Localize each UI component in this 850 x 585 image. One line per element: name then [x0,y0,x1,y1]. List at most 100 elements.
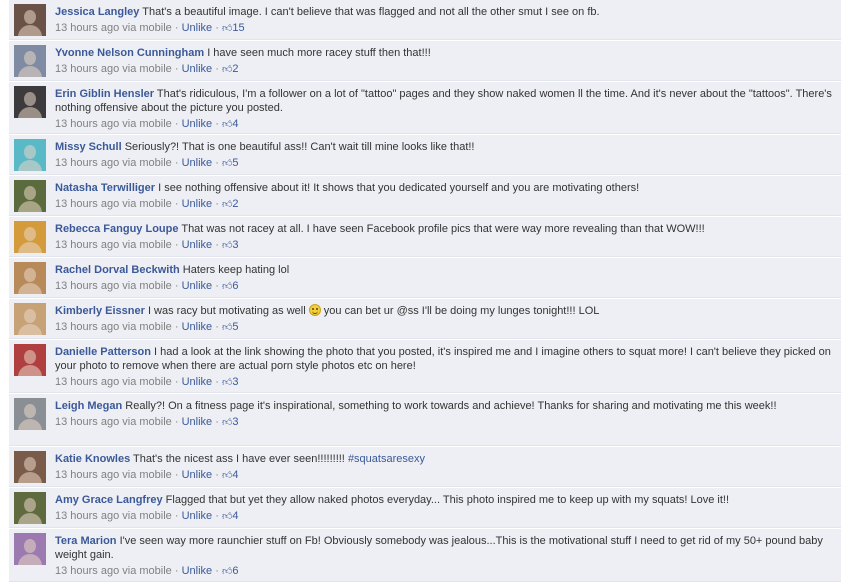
comment-item: Amy Grace Langfrey Flagged that but yet … [9,488,841,528]
like-count[interactable]: 2 [232,63,238,75]
unlike-link[interactable]: Unlike [182,321,213,333]
comment-text: I was racy but motivating as well [147,305,306,317]
comment-author-link[interactable]: Kimberly Eissner [55,305,145,317]
like-count[interactable]: 5 [232,157,238,169]
thumbs-up-icon[interactable]: 👍︎ [222,281,232,292]
comment-meta: 13 hours ago via mobile · Unlike · 👍︎5 [55,157,239,169]
thumbs-up-icon[interactable]: 👍︎ [222,240,232,251]
thumbs-up-icon[interactable]: 👍︎ [222,322,232,333]
comment-author-link[interactable]: Danielle Patterson [55,346,151,358]
comment-text: That's ridiculous, I'm a follower on a l… [55,88,832,114]
comment-author-link[interactable]: Yvonne Nelson Cunningham [55,47,204,59]
thumbs-up-icon[interactable]: 👍︎ [222,511,232,522]
unlike-link[interactable]: Unlike [182,280,213,292]
comment-timestamp[interactable]: 13 hours ago via mobile [55,239,172,251]
comment-timestamp[interactable]: 13 hours ago via mobile [55,22,172,34]
comment-timestamp[interactable]: 13 hours ago via mobile [55,416,172,428]
avatar[interactable] [14,180,46,212]
comment-author-link[interactable]: Tera Marion [55,535,117,547]
unlike-link[interactable]: Unlike [182,416,213,428]
comment-meta: 13 hours ago via mobile · Unlike · 👍︎3 [55,416,239,428]
comment-timestamp[interactable]: 13 hours ago via mobile [55,510,172,522]
like-count[interactable]: 2 [232,198,238,210]
thumbs-up-icon[interactable]: 👍︎ [222,158,232,169]
like-count[interactable]: 4 [232,118,238,130]
thumbs-up-icon[interactable]: 👍︎ [222,23,232,34]
comment-text: Really?! On a fitness page it's inspirat… [125,400,777,412]
comment-meta: 13 hours ago via mobile · Unlike · 👍︎2 [55,198,239,210]
comment-timestamp[interactable]: 13 hours ago via mobile [55,63,172,75]
comment-item: Danielle Patterson I had a look at the l… [9,340,841,393]
comment-timestamp[interactable]: 13 hours ago via mobile [55,469,172,481]
avatar[interactable] [14,533,46,565]
avatar[interactable] [14,262,46,294]
comment-author-link[interactable]: Katie Knowles [55,453,130,465]
like-count[interactable]: 15 [232,22,244,34]
unlike-link[interactable]: Unlike [182,510,213,522]
avatar[interactable] [14,86,46,118]
like-count[interactable]: 6 [232,280,238,292]
thumbs-up-icon[interactable]: 👍︎ [222,566,232,577]
unlike-link[interactable]: Unlike [182,198,213,210]
avatar[interactable] [14,303,46,335]
avatar[interactable] [14,398,46,430]
comment-author-link[interactable]: Rebecca Fanguy Loupe [55,223,178,235]
avatar[interactable] [14,139,46,171]
like-count[interactable]: 4 [232,469,238,481]
unlike-link[interactable]: Unlike [182,239,213,251]
comment-timestamp[interactable]: 13 hours ago via mobile [55,376,172,388]
comment-author-link[interactable]: Missy Schull [55,141,122,153]
unlike-link[interactable]: Unlike [182,565,213,577]
comment-text: That was not racey at all. I have seen F… [181,223,705,235]
comment-timestamp[interactable]: 13 hours ago via mobile [55,565,172,577]
comment-item: Erin Giblin Hensler That's ridiculous, I… [9,82,841,134]
thumbs-up-icon[interactable]: 👍︎ [222,199,232,210]
comment-meta: 13 hours ago via mobile · Unlike · 👍︎4 [55,118,239,130]
thumbs-up-icon[interactable]: 👍︎ [222,417,232,428]
comment-text: That's the nicest ass I have ever seen!!… [133,453,345,465]
avatar[interactable] [14,221,46,253]
comment-author-link[interactable]: Amy Grace Langfrey [55,494,163,506]
unlike-link[interactable]: Unlike [182,22,213,34]
unlike-link[interactable]: Unlike [182,63,213,75]
comment-meta: 13 hours ago via mobile · Unlike · 👍︎5 [55,321,239,333]
comment-timestamp[interactable]: 13 hours ago via mobile [55,198,172,210]
avatar[interactable] [14,451,46,483]
unlike-link[interactable]: Unlike [182,376,213,388]
like-count[interactable]: 3 [232,416,238,428]
comment-author-link[interactable]: Leigh Megan [55,400,122,412]
comment-meta: 13 hours ago via mobile · Unlike · 👍︎6 [55,565,239,577]
like-count[interactable]: 5 [232,321,238,333]
thumbs-up-icon[interactable]: 👍︎ [222,119,232,130]
like-count[interactable]: 3 [232,239,238,251]
comment-author-link[interactable]: Jessica Langley [55,6,139,18]
comment-item: Tera Marion I've seen way more raunchier… [9,529,841,582]
comment-author-link[interactable]: Natasha Terwilliger [55,182,155,194]
like-count[interactable]: 6 [232,565,238,577]
thumbs-up-icon[interactable]: 👍︎ [222,377,232,388]
avatar[interactable] [14,45,46,77]
unlike-link[interactable]: Unlike [182,118,213,130]
comment-timestamp[interactable]: 13 hours ago via mobile [55,280,172,292]
thumbs-up-icon[interactable]: 👍︎ [222,64,232,75]
hashtag-link[interactable]: #squatsaresexy [348,453,425,465]
comment-meta: 13 hours ago via mobile · Unlike · 👍︎15 [55,22,245,34]
comment-item: Katie Knowles That's the nicest ass I ha… [9,447,841,487]
avatar[interactable] [14,492,46,524]
comment-text: That's a beautiful image. I can't believ… [142,6,600,18]
like-count[interactable]: 3 [232,376,238,388]
comment-item: Jessica Langley That's a beautiful image… [9,0,841,40]
comment-timestamp[interactable]: 13 hours ago via mobile [55,321,172,333]
comment-item: Natasha Terwilliger I see nothing offens… [9,176,841,216]
like-count[interactable]: 4 [232,510,238,522]
comment-timestamp[interactable]: 13 hours ago via mobile [55,118,172,130]
unlike-link[interactable]: Unlike [182,469,213,481]
comment-timestamp[interactable]: 13 hours ago via mobile [55,157,172,169]
unlike-link[interactable]: Unlike [182,157,213,169]
comment-author-link[interactable]: Erin Giblin Hensler [55,88,154,100]
comment-item: Rachel Dorval Beckwith Haters keep hatin… [9,258,841,298]
avatar[interactable] [14,344,46,376]
thumbs-up-icon[interactable]: 👍︎ [222,470,232,481]
comment-author-link[interactable]: Rachel Dorval Beckwith [55,264,180,276]
avatar[interactable] [14,4,46,36]
